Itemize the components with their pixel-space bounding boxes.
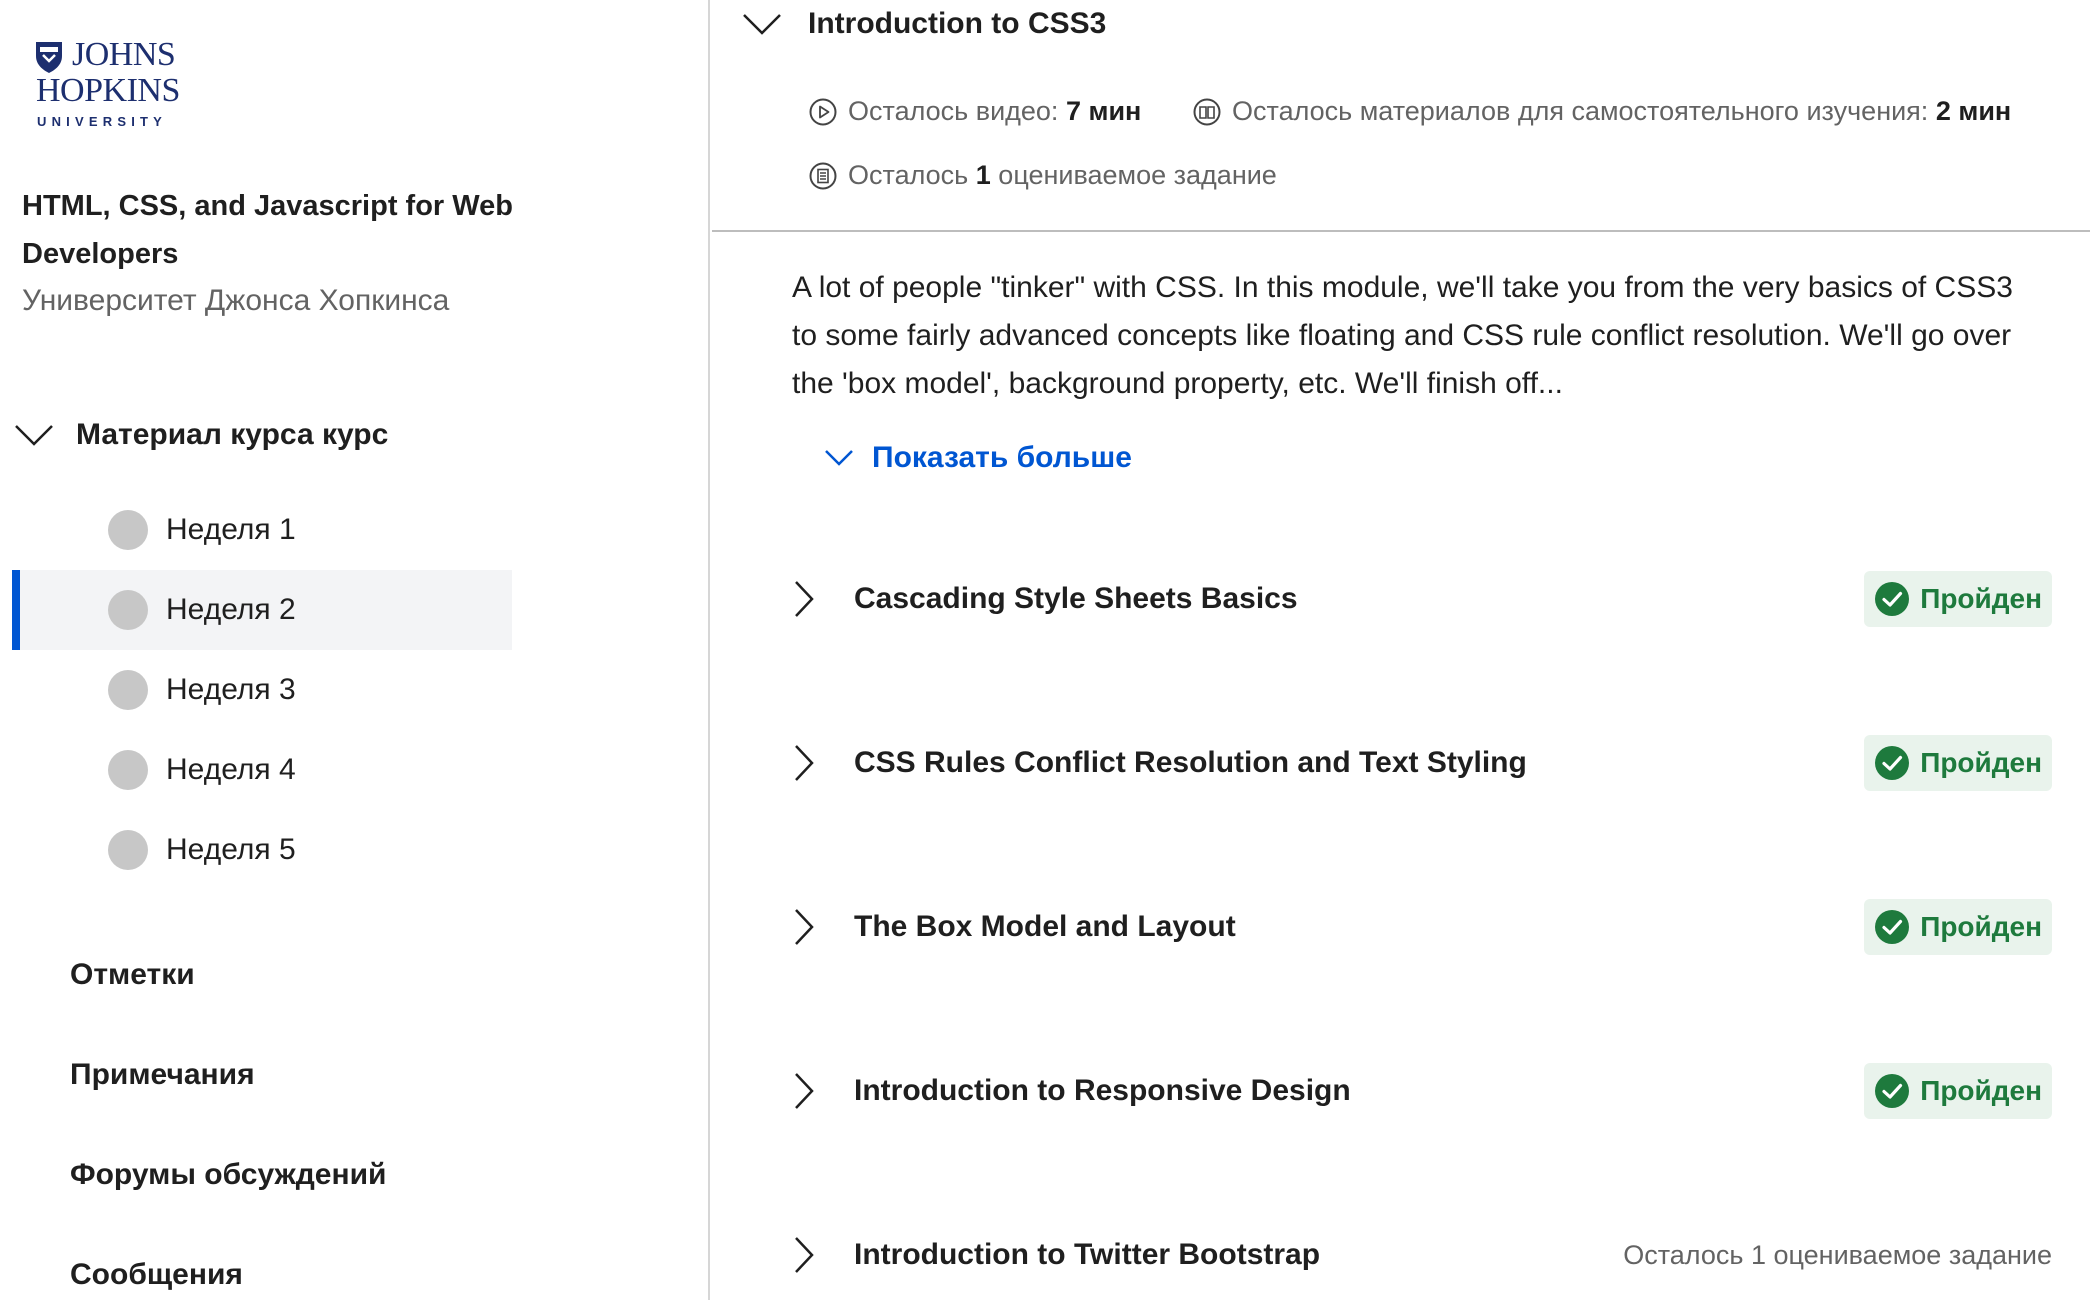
completed-badge: Пройден (1864, 1063, 2052, 1119)
video-remaining: Осталось видео: 7 мин (808, 96, 1141, 127)
lesson-title: The Box Model and Layout (854, 910, 1236, 943)
check-circle-icon (1875, 746, 1910, 780)
course-material-toggle[interactable]: Материал курса курс (14, 410, 388, 460)
video-remaining-value: 7 мин (1065, 96, 1142, 126)
week-label: Неделя 4 (166, 753, 296, 786)
completed-label: Пройден (1920, 911, 2042, 942)
reading-remaining-label: Осталось материалов для самостоятельного… (1232, 96, 1929, 126)
check-circle-icon (1875, 582, 1910, 616)
course-material-label: Материал курса курс (76, 418, 389, 451)
week-list: Неделя 1 Неделя 2 Неделя 3 Неделя 4 Неде… (12, 490, 512, 890)
lesson-row[interactable]: Introduction to Responsive Design Пройде… (792, 1056, 2052, 1126)
sidebar: JOHNS HOPKINS UNIVERSITY HTML, CSS, and … (0, 0, 710, 1300)
week-label: Неделя 1 (166, 513, 296, 546)
play-circle-icon (809, 98, 837, 125)
show-more-button[interactable]: Показать больше (824, 436, 1132, 480)
chevron-right-icon (795, 581, 814, 617)
sidebar-item-forums[interactable]: Форумы обсуждений (70, 1158, 387, 1192)
sidebar-item-notes[interactable]: Примечания (70, 1058, 255, 1092)
university-logo[interactable]: JOHNS HOPKINS UNIVERSITY (34, 36, 244, 136)
lesson-title: CSS Rules Conflict Resolution and Text S… (854, 746, 1527, 779)
chevron-down-icon (15, 425, 53, 446)
reading-remaining: Осталось материалов для самостоятельного… (1192, 96, 2011, 127)
check-circle-icon (1875, 910, 1910, 944)
week-label: Неделя 2 (166, 593, 296, 626)
chevron-down-icon (743, 14, 781, 35)
completed-label: Пройден (1920, 1075, 2042, 1106)
progress-circle-icon (108, 670, 148, 710)
lesson-title: Introduction to Twitter Bootstrap (854, 1238, 1321, 1271)
lesson-row[interactable]: The Box Model and Layout Пройден (792, 892, 2052, 962)
module-toggle[interactable]: Introduction to CSS3 (742, 4, 1106, 44)
header-divider (712, 230, 2090, 232)
lesson-title: Introduction to Responsive Design (854, 1074, 1351, 1107)
week-label: Неделя 3 (166, 673, 296, 706)
graded-prefix: Осталось (848, 160, 969, 190)
completed-badge: Пройден (1864, 735, 2052, 791)
lesson-title: Cascading Style Sheets Basics (854, 582, 1298, 615)
lesson-row[interactable]: Cascading Style Sheets Basics Пройден (792, 564, 2052, 634)
course-title[interactable]: HTML, CSS, and Javascript for Web Develo… (22, 182, 542, 278)
sidebar-item-week-1[interactable]: Неделя 1 (12, 490, 512, 570)
progress-circle-icon (108, 750, 148, 790)
check-circle-icon (1875, 1074, 1910, 1108)
progress-circle-icon (108, 510, 148, 550)
week-label: Неделя 5 (166, 833, 296, 866)
shield-crest-icon (36, 42, 62, 73)
progress-circle-icon (108, 830, 148, 870)
assignment-circle-icon (809, 162, 837, 189)
module-title: Introduction to CSS3 (808, 7, 1107, 40)
sidebar-item-week-4[interactable]: Неделя 4 (12, 730, 512, 810)
logo-line-3: UNIVERSITY (37, 114, 168, 129)
sidebar-item-messages[interactable]: Сообщения (70, 1258, 243, 1292)
completed-label: Пройден (1920, 583, 2042, 614)
progress-circle-icon (108, 590, 148, 630)
reading-remaining-value: 2 мин (1935, 96, 2012, 126)
chevron-right-icon (795, 1073, 814, 1109)
completed-label: Пройден (1920, 747, 2042, 778)
chevron-down-icon (825, 450, 853, 466)
book-circle-icon (1193, 98, 1221, 125)
sidebar-item-week-2[interactable]: Неделя 2 (12, 570, 512, 650)
show-more-label: Показать больше (872, 441, 1132, 474)
graded-suffix: оцениваемое задание (998, 160, 1277, 190)
sidebar-item-week-3[interactable]: Неделя 3 (12, 650, 512, 730)
graded-remaining: Осталось 1 оцениваемое задание (808, 160, 1277, 191)
sidebar-item-grades[interactable]: Отметки (70, 958, 195, 992)
chevron-right-icon (795, 1237, 814, 1273)
graded-remaining-note: Осталось 1 оцениваемое задание (1623, 1239, 2052, 1270)
logo-line-1: JOHNS (72, 36, 176, 73)
chevron-right-icon (795, 909, 814, 945)
course-university: Университет Джонса Хопкинса (22, 284, 450, 317)
logo-line-2: HOPKINS (36, 72, 180, 109)
completed-badge: Пройден (1864, 899, 2052, 955)
video-remaining-label: Осталось видео: (848, 96, 1059, 126)
graded-count: 1 (975, 160, 991, 190)
module-panel: Introduction to CSS3 Осталось видео: 7 м… (712, 0, 2090, 1300)
chevron-right-icon (795, 745, 814, 781)
completed-badge: Пройден (1864, 571, 2052, 627)
module-description: A lot of people "tinker" with CSS. In th… (792, 271, 2013, 400)
lesson-row[interactable]: Introduction to Twitter Bootstrap Остало… (792, 1220, 2052, 1290)
sidebar-item-week-5[interactable]: Неделя 5 (12, 810, 512, 890)
lesson-row[interactable]: CSS Rules Conflict Resolution and Text S… (792, 728, 2052, 798)
